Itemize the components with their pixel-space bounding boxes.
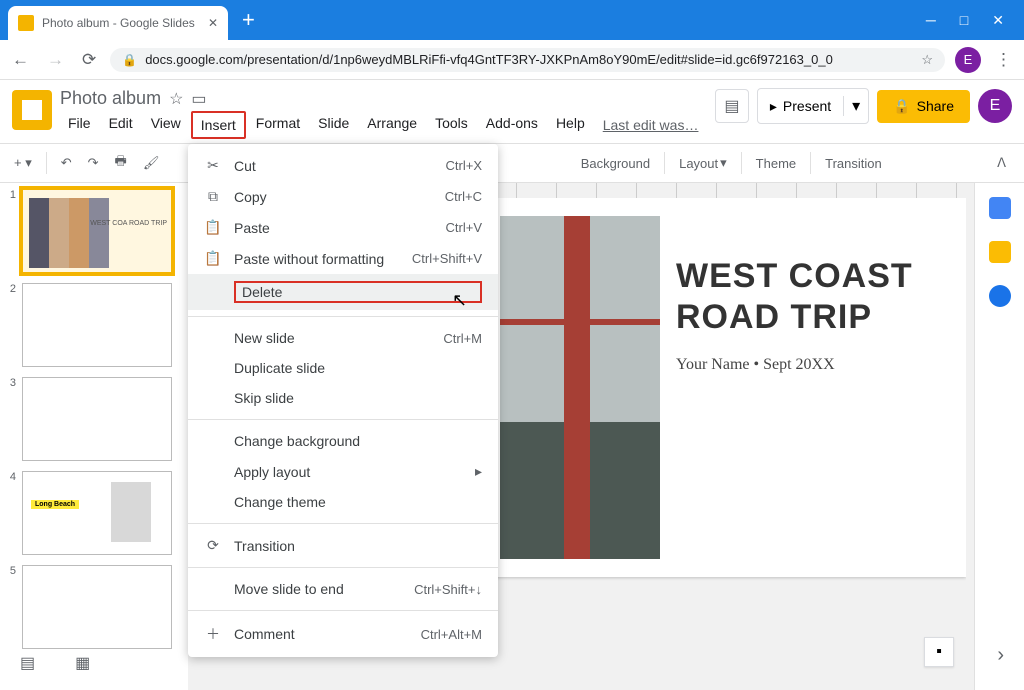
ctx-copy[interactable]: ⧉CopyCtrl+C — [188, 181, 498, 212]
redo-icon[interactable]: ↷ — [82, 151, 105, 175]
comment-icon: ＋ — [204, 624, 222, 644]
paint-format-icon[interactable]: 🖌 — [137, 151, 166, 175]
menu-edit[interactable]: Edit — [101, 111, 141, 139]
slide-thumbnail-5[interactable]: 5 — [4, 565, 184, 649]
tasks-icon[interactable] — [989, 285, 1011, 307]
menu-bar: File Edit View Insert Format Slide Arran… — [60, 111, 707, 139]
ctx-paste-noformat[interactable]: 📋Paste without formattingCtrl+Shift+V — [188, 243, 498, 274]
undo-icon[interactable]: ↶ — [55, 151, 78, 175]
ctx-skip-slide[interactable]: Skip slide — [188, 383, 498, 413]
lock-share-icon: 🔒 — [893, 98, 910, 115]
minimize-window-icon[interactable]: ─ — [926, 12, 936, 29]
paste-plain-icon: 📋 — [204, 250, 222, 267]
paste-icon: 📋 — [204, 219, 222, 236]
browser-menu-icon[interactable]: ⋮ — [991, 46, 1016, 74]
menu-addons[interactable]: Add-ons — [478, 111, 546, 139]
move-doc-icon[interactable]: ▭ — [191, 89, 206, 109]
filmstrip-view-icon[interactable]: ▤ — [20, 653, 35, 673]
menu-tools[interactable]: Tools — [427, 111, 476, 139]
context-menu: ✂CutCtrl+X ⧉CopyCtrl+C 📋PasteCtrl+V 📋Pas… — [188, 144, 498, 657]
copy-icon: ⧉ — [204, 188, 222, 205]
reload-icon[interactable]: ⟳ — [78, 46, 100, 74]
window-titlebar: Photo album - Google Slides ✕ + ─ □ ✕ — [0, 0, 1024, 40]
grid-view-icon[interactable]: ▦ — [75, 653, 90, 673]
maximize-window-icon[interactable]: □ — [960, 12, 968, 29]
keep-icon[interactable] — [989, 241, 1011, 263]
slide-image — [500, 216, 660, 559]
close-window-icon[interactable]: ✕ — [992, 12, 1004, 29]
share-button[interactable]: 🔒 Share — [877, 90, 970, 123]
document-title[interactable]: Photo album — [60, 88, 161, 109]
present-dropdown-icon[interactable]: ▾ — [843, 96, 868, 116]
ctx-apply-layout[interactable]: Apply layout▸ — [188, 456, 498, 487]
transition-button[interactable]: Transition — [819, 152, 888, 175]
star-url-icon[interactable]: ☆ — [921, 52, 933, 68]
star-doc-icon[interactable]: ☆ — [169, 89, 183, 109]
collapse-toolbar-icon[interactable]: ᐱ — [987, 151, 1016, 175]
theme-button[interactable]: Theme — [750, 152, 802, 175]
forward-icon: → — [43, 46, 68, 74]
ctx-new-slide[interactable]: New slideCtrl+M — [188, 323, 498, 353]
submenu-arrow-icon: ▸ — [475, 463, 482, 480]
show-side-panel-icon[interactable]: › — [997, 644, 1004, 667]
slide-thumbnail-2[interactable]: 2 — [4, 283, 184, 367]
slide-canvas[interactable]: WEST COAST ROAD TRIP Your Name • Sept 20… — [482, 198, 966, 619]
close-tab-icon[interactable]: ✕ — [208, 16, 218, 30]
transition-icon: ⟳ — [204, 537, 222, 554]
slides-logo-icon[interactable] — [12, 90, 52, 130]
ctx-change-theme[interactable]: Change theme — [188, 487, 498, 517]
comments-button[interactable]: ▤ — [715, 89, 749, 123]
present-play-icon: ▸ — [770, 98, 777, 115]
url-input[interactable]: 🔒 docs.google.com/presentation/d/1np6wey… — [110, 48, 945, 72]
browser-tab[interactable]: Photo album - Google Slides ✕ — [8, 6, 228, 40]
app-header: Photo album ☆ ▭ File Edit View Insert Fo… — [0, 80, 1024, 139]
toolbar: + ▾ ↶ ↷ 🖶 🖌 Background Layout ▾ Theme Tr… — [0, 143, 1024, 183]
new-tab-button[interactable]: + — [228, 7, 269, 33]
menu-help[interactable]: Help — [548, 111, 593, 139]
menu-insert[interactable]: Insert — [191, 111, 246, 139]
present-label: Present — [783, 98, 831, 114]
ctx-change-background[interactable]: Change background — [188, 426, 498, 456]
calendar-icon[interactable] — [989, 197, 1011, 219]
ctx-comment[interactable]: ＋CommentCtrl+Alt+M — [188, 617, 498, 651]
menu-view[interactable]: View — [143, 111, 189, 139]
ctx-move-slide-end[interactable]: Move slide to endCtrl+Shift+↓ — [188, 574, 498, 604]
menu-slide[interactable]: Slide — [310, 111, 357, 139]
ctx-cut[interactable]: ✂CutCtrl+X — [188, 150, 498, 181]
present-button[interactable]: ▸ Present ▾ — [757, 88, 869, 124]
slides-favicon-icon — [18, 15, 34, 31]
tab-title: Photo album - Google Slides — [42, 16, 195, 30]
url-text: docs.google.com/presentation/d/1np6weydM… — [145, 52, 833, 67]
account-avatar[interactable]: E — [978, 89, 1012, 123]
background-button[interactable]: Background — [575, 152, 656, 175]
menu-arrange[interactable]: Arrange — [359, 111, 425, 139]
last-edit-link[interactable]: Last edit was… — [603, 117, 699, 133]
menu-format[interactable]: Format — [248, 111, 308, 139]
share-label: Share — [917, 98, 954, 114]
profile-avatar[interactable]: E — [955, 47, 981, 73]
slide-panel[interactable]: 1 WEST COA ROAD TRIP 2 3 72 HOURS. 4 HUM… — [0, 183, 188, 690]
back-icon[interactable]: ← — [8, 46, 33, 74]
ctx-delete[interactable]: Delete — [188, 274, 498, 310]
slide-title[interactable]: WEST COAST ROAD TRIP — [676, 256, 948, 338]
cut-icon: ✂ — [204, 157, 222, 174]
slide-thumbnail-4[interactable]: 4 Long Beach — [4, 471, 184, 555]
ctx-transition[interactable]: ⟳Transition — [188, 530, 498, 561]
print-icon[interactable]: 🖶 — [109, 148, 133, 178]
ctx-paste[interactable]: 📋PasteCtrl+V — [188, 212, 498, 243]
slide-subtitle[interactable]: Your Name • Sept 20XX — [676, 356, 948, 374]
lock-icon: 🔒 — [122, 53, 137, 67]
layout-button[interactable]: Layout ▾ — [673, 151, 733, 175]
slide-thumbnail-1[interactable]: 1 WEST COA ROAD TRIP — [4, 189, 184, 273]
menu-file[interactable]: File — [60, 111, 99, 139]
ctx-duplicate-slide[interactable]: Duplicate slide — [188, 353, 498, 383]
slide-thumbnail-3[interactable]: 3 72 HOURS. 4 HUMANS. 1 CAR. 3 DOGS. — [4, 377, 184, 461]
browser-address-bar: ← → ⟳ 🔒 docs.google.com/presentation/d/1… — [0, 40, 1024, 80]
new-slide-button[interactable]: + ▾ — [8, 151, 38, 175]
speaker-notes-button[interactable]: ▪ — [924, 637, 954, 667]
side-panel — [974, 183, 1024, 690]
